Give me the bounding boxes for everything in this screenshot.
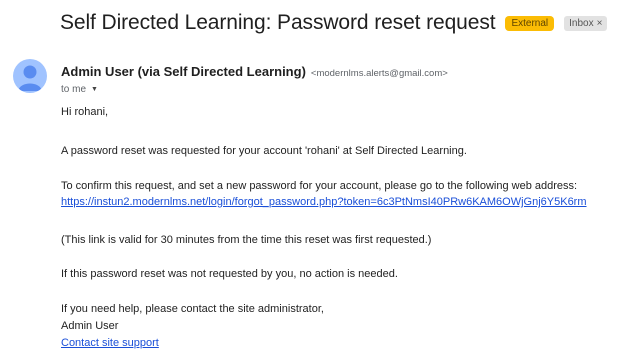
body-line-no-action: If this password reset was not requested…	[61, 268, 398, 280]
body-line-validity: (This link is valid for 30 minutes from …	[61, 234, 432, 246]
external-badge: External	[505, 15, 555, 31]
body-line-reset-requested: A password reset was requested for your …	[61, 145, 467, 157]
body-line-confirm: To confirm this request, and set a new p…	[61, 180, 578, 192]
close-icon[interactable]: ×	[597, 18, 603, 29]
signature: Admin User	[61, 320, 119, 332]
greeting: Hi rohani,	[61, 106, 109, 118]
recipient-text: to me	[61, 84, 87, 95]
sender-name[interactable]: Admin User (via Self Directed Learning)	[61, 64, 306, 79]
sender-info: Admin User (via Self Directed Learning) …	[61, 64, 448, 79]
recipient-details[interactable]: to me ▼	[61, 84, 98, 95]
inbox-label-text: Inbox	[569, 17, 594, 29]
caret-down-icon[interactable]: ▼	[91, 86, 98, 93]
subject-header: Self Directed Learning: Password reset r…	[60, 8, 608, 38]
contact-support-link[interactable]: Contact site support	[61, 337, 159, 349]
inbox-label[interactable]: Inbox ×	[564, 15, 608, 31]
email-subject: Self Directed Learning: Password reset r…	[60, 11, 496, 34]
person-icon[interactable]	[13, 59, 47, 93]
reset-link[interactable]: https://instun2.modernlms.net/login/forg…	[61, 196, 587, 208]
body-line-help: If you need help, please contact the sit…	[61, 303, 324, 315]
sender-email: <modernlms.alerts@gmail.com>	[310, 68, 448, 79]
